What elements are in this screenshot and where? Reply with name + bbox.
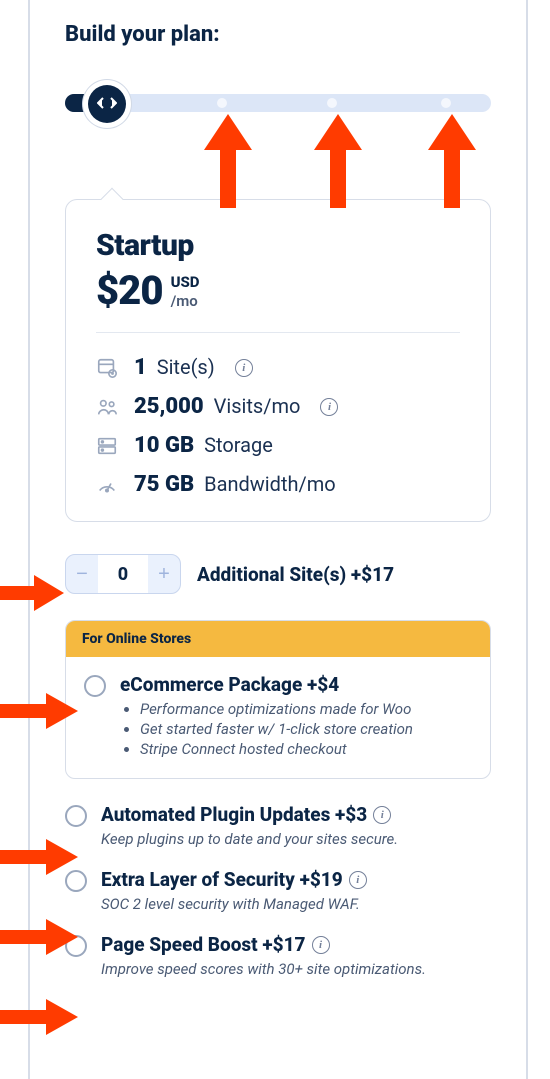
sites-icon: [96, 357, 120, 379]
bandwidth-icon: [96, 474, 120, 496]
plan-currency: USD: [171, 273, 200, 292]
addon-desc: Keep plugins up to date and your sites s…: [101, 830, 491, 848]
addon-option: Automated Plugin Updates +$3i Keep plugin…: [65, 803, 491, 848]
plan-slider[interactable]: [65, 89, 491, 109]
plan-card: Startup $20 USD /mo 1 Site(s) i 25,000 V…: [65, 199, 491, 522]
addon-radio[interactable]: [65, 870, 87, 892]
ecommerce-title: eCommerce Package +$4: [120, 673, 472, 696]
ecommerce-card: For Online Stores eCommerce Package +$4 …: [65, 620, 491, 779]
ecommerce-desc: Performance optimizations made for Woo G…: [120, 700, 472, 758]
stepper-decrement[interactable]: −: [66, 555, 98, 593]
horizontal-arrows-icon: [97, 95, 117, 114]
ecommerce-banner: For Online Stores: [66, 621, 490, 657]
info-icon[interactable]: i: [312, 936, 330, 954]
info-icon[interactable]: i: [373, 806, 391, 824]
info-icon[interactable]: i: [320, 398, 338, 416]
feature-bandwidth: 75 GB Bandwidth/mo: [96, 472, 460, 497]
visits-icon: [96, 396, 120, 418]
feature-visits: 25,000 Visits/mo i: [96, 394, 460, 419]
feature-storage: 10 GB Storage: [96, 433, 460, 458]
additional-sites-label: Additional Site(s) +$17: [197, 563, 394, 586]
stepper-increment[interactable]: +: [148, 555, 180, 593]
page-title: Build your plan:: [65, 22, 491, 47]
card-pointer: [101, 188, 124, 211]
addon-desc: Improve speed scores with 30+ site optim…: [101, 960, 491, 978]
addon-title: Extra Layer of Security +$19i: [101, 868, 491, 891]
addon-radio[interactable]: [65, 935, 87, 957]
plan-price: $20: [96, 267, 163, 314]
addon-title: Page Speed Boost +$17i: [101, 933, 491, 956]
addon-option: Page Speed Boost +$17i Improve speed scor…: [65, 933, 491, 978]
slider-tick: [327, 98, 337, 108]
stepper-value: 0: [98, 555, 148, 593]
info-icon[interactable]: i: [235, 359, 253, 377]
plan-name: Startup: [96, 228, 460, 263]
plan-period: /mo: [171, 292, 200, 311]
feature-sites: 1 Site(s) i: [96, 355, 460, 380]
addon-radio[interactable]: [65, 805, 87, 827]
info-icon[interactable]: i: [349, 871, 367, 889]
storage-icon: [96, 435, 120, 457]
ecommerce-radio[interactable]: [84, 675, 106, 697]
additional-sites-stepper[interactable]: − 0 +: [65, 554, 181, 594]
addon-option: Extra Layer of Security +$19i SOC 2 level…: [65, 868, 491, 913]
addon-title: Automated Plugin Updates +$3i: [101, 803, 491, 826]
slider-tick: [441, 98, 451, 108]
slider-thumb[interactable]: [83, 80, 131, 128]
slider-tick: [217, 98, 227, 108]
addon-desc: SOC 2 level security with Managed WAF.: [101, 895, 491, 913]
